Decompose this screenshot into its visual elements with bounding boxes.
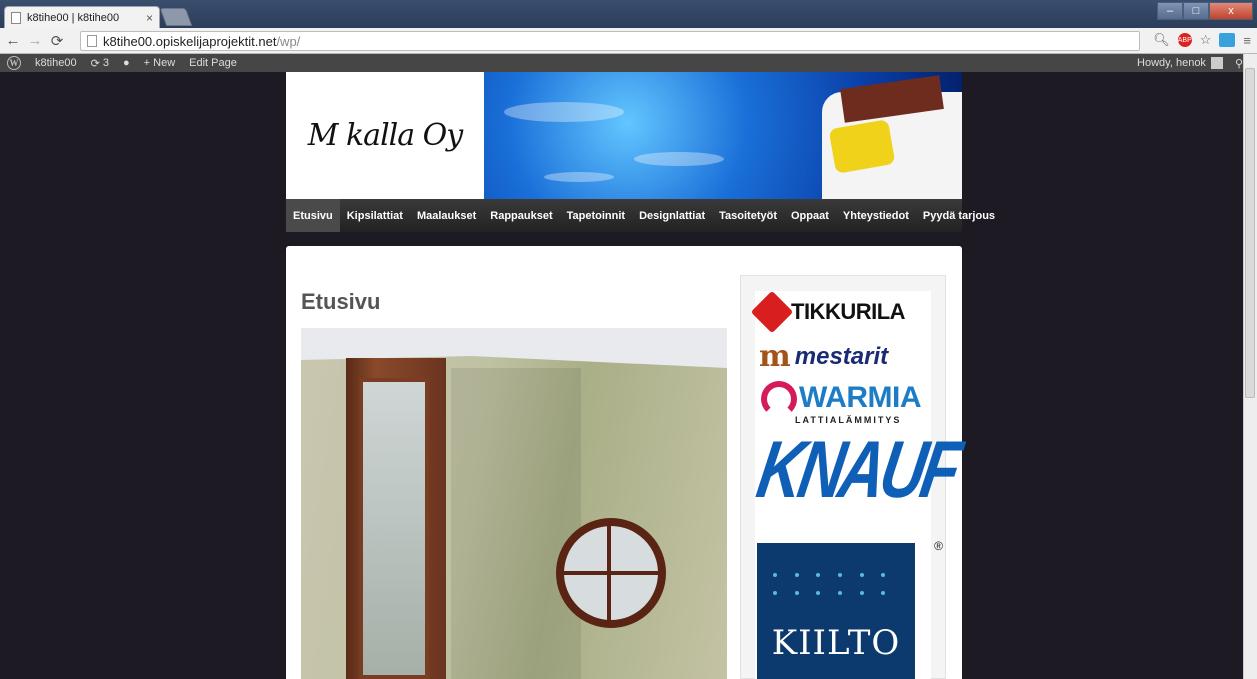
updates-item[interactable]: ⟳ 3: [84, 54, 116, 72]
adblock-icon[interactable]: ABP: [1177, 33, 1192, 47]
search-icon[interactable]: 🔍︎: [1153, 32, 1170, 48]
room-photo: [301, 328, 727, 679]
tikkurila-mark-icon: [750, 290, 794, 334]
comment-icon: ●: [123, 57, 130, 69]
tikkurila-text: TIKKURILA: [791, 299, 906, 324]
extension-icon[interactable]: [1219, 33, 1236, 47]
browser-titlebar: k8tihe00 | k8tihe00 × – □ x: [0, 0, 1257, 28]
scrollbar-thumb[interactable]: [1245, 68, 1255, 398]
knauf-logo[interactable]: KNAUF ®: [751, 426, 964, 553]
updates-count: 3: [102, 57, 109, 69]
nav-item-designlattiat[interactable]: Designlattiat: [632, 199, 712, 232]
warmia-text: WARMIA: [799, 381, 921, 414]
url-path: /wp/: [276, 33, 301, 49]
close-window-button[interactable]: x: [1209, 2, 1253, 20]
browser-tab[interactable]: k8tihe00 | k8tihe00 ×: [4, 6, 160, 28]
site-logo[interactable]: M kalla Oy: [286, 72, 484, 199]
kiilto-text: KIILTO: [771, 623, 901, 663]
page-scrollbar[interactable]: [1243, 54, 1257, 679]
nav-item-tasoitetyot[interactable]: Tasoitetyöt: [712, 199, 784, 232]
mestarit-text: mestarit: [794, 342, 889, 370]
site-header: M kalla Oy: [286, 72, 962, 199]
nav-item-tapetoinnit[interactable]: Tapetoinnit: [560, 199, 632, 232]
search-icon[interactable]: ⚲: [1235, 57, 1243, 70]
nav-item-rappaukset[interactable]: Rappaukset: [483, 199, 559, 232]
logo-text: M kalla Oy: [307, 118, 463, 153]
reload-button[interactable]: ⟳: [48, 32, 66, 50]
wp-admin-bar: W k8tihe00 ⟳ 3 ● + New Edit Page Howdy, …: [0, 54, 1257, 72]
nav-item-etusivu[interactable]: Etusivu: [286, 199, 340, 232]
menu-icon[interactable]: ≡: [1243, 33, 1251, 48]
wordpress-icon: W: [7, 56, 21, 70]
minimize-button[interactable]: –: [1157, 2, 1183, 20]
url-host: k8tihe00.opiskelijaprojektit.net: [103, 33, 277, 49]
brand-logos: TIKKURILA m mestarit WARMIA LATTIALÄMMIT…: [750, 290, 964, 679]
knauf-text: KNAUF: [751, 425, 964, 516]
tab-close-icon[interactable]: ×: [146, 11, 153, 25]
browser-toolbar: ← → ⟳ k8tihe00.opiskelijaprojektit.net/w…: [0, 28, 1257, 54]
new-label: New: [153, 57, 176, 69]
nav-item-yhteystiedot[interactable]: Yhteystiedot: [836, 199, 916, 232]
warmia-mark-icon: [761, 381, 797, 417]
page-icon: [87, 35, 97, 47]
maximize-button[interactable]: □: [1183, 2, 1209, 20]
address-bar[interactable]: k8tihe00.opiskelijaprojektit.net/wp/: [80, 31, 1140, 51]
edit-page-link[interactable]: Edit Page: [182, 54, 244, 72]
avatar[interactable]: [1210, 57, 1223, 69]
forward-button[interactable]: →: [26, 32, 44, 50]
kiilto-dots-icon: [773, 573, 903, 595]
main-navigation: Etusivu Kipsilattiat Maalaukset Rappauks…: [286, 199, 995, 232]
back-button[interactable]: ←: [4, 32, 22, 50]
nav-item-kipsilattiat[interactable]: Kipsilattiat: [340, 199, 410, 232]
comments-item[interactable]: ●: [116, 54, 137, 72]
window-controls: – □ x: [1157, 2, 1253, 20]
nav-item-maalaukset[interactable]: Maalaukset: [410, 199, 483, 232]
header-banner-image: [484, 72, 962, 199]
site-name-link[interactable]: k8tihe00: [28, 54, 84, 72]
plus-icon: +: [143, 57, 154, 69]
toolbar-icons: 🔍︎ ABP ☆ ≡: [1153, 32, 1251, 48]
mestarit-mark-icon: m: [759, 339, 791, 374]
tab-title: k8tihe00 | k8tihe00: [27, 11, 120, 24]
account-greeting[interactable]: Howdy, henok: [1137, 57, 1206, 69]
admin-bar-right: Howdy, henok ⚲: [1137, 54, 1243, 72]
page-icon: [11, 11, 21, 24]
star-icon[interactable]: ☆: [1200, 32, 1212, 48]
new-tab-button[interactable]: [159, 8, 193, 26]
kiilto-logo[interactable]: KIILTO: [757, 543, 915, 679]
mestarit-logo[interactable]: m mestarit: [759, 339, 888, 374]
registered-mark: ®: [934, 539, 943, 553]
tikkurila-logo[interactable]: TIKKURILA: [750, 290, 906, 334]
nav-item-pyyda-tarjous[interactable]: Pyydä tarjous: [916, 199, 1002, 232]
new-content-item[interactable]: + New: [137, 54, 183, 72]
refresh-icon: ⟳: [90, 57, 103, 70]
page-title: Etusivu: [301, 289, 381, 314]
wp-logo-item[interactable]: W: [0, 54, 28, 72]
main-content: Etusivu TIKKURILA m mestarit WARMIA LATT…: [286, 246, 964, 679]
nav-item-oppaat[interactable]: Oppaat: [784, 199, 836, 232]
sidebar: TIKKURILA m mestarit WARMIA LATTIALÄMMIT…: [740, 275, 964, 679]
